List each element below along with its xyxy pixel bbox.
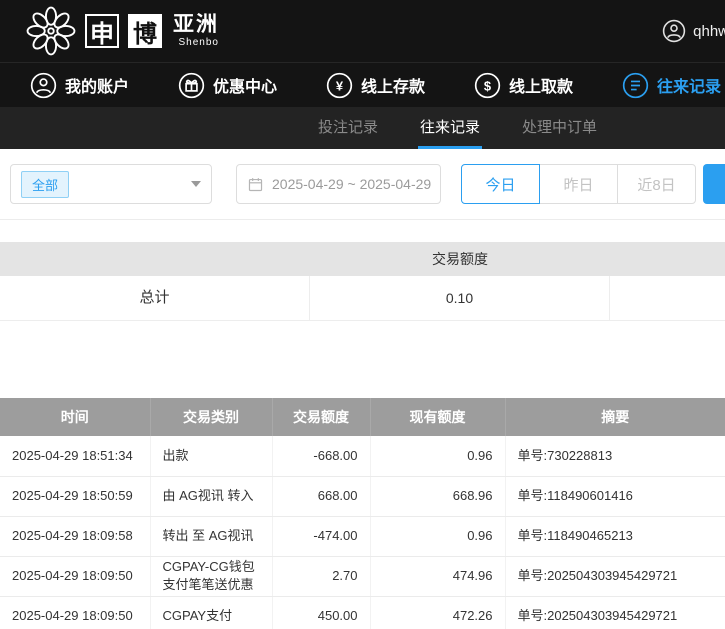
nav-item-label: 优惠中心: [213, 73, 277, 97]
logo-region: 亚洲 Shenbo: [173, 14, 219, 48]
tab-label: 处理中订单: [522, 116, 597, 137]
table-row: 2025-04-29 18:09:50 CGPAY支付 450.00 472.2…: [0, 596, 725, 629]
cell-type: CGPAY-CG钱包支付笔笔送优惠: [150, 556, 272, 596]
top-bar: 申 博 亚洲 Shenbo qhhw: [0, 0, 725, 62]
cell-amount: 2.70: [272, 556, 370, 596]
col-time: 时间: [0, 398, 150, 436]
nav-item-label: 线上存款: [361, 73, 425, 97]
cell-time: 2025-04-29 18:09:58: [0, 516, 150, 556]
date-range-value: 2025-04-29 ~ 2025-04-29: [272, 176, 431, 192]
summary-table: 交易额度 总计 0.10: [0, 242, 725, 321]
cell-balance: 472.26: [370, 596, 505, 629]
cell-time: 2025-04-29 18:50:59: [0, 476, 150, 516]
col-summary: 摘要: [505, 398, 725, 436]
logo-char-bo: 博: [128, 14, 162, 48]
chevron-down-icon: [191, 181, 201, 187]
tab-label: 往来记录: [420, 116, 480, 137]
cell-summary: 单号:202504303945429721: [505, 556, 725, 596]
yesterday-button[interactable]: 昨日: [539, 164, 618, 204]
tab-transaction-records[interactable]: 往来记录: [418, 107, 482, 149]
cell-type: CGPAY支付: [150, 596, 272, 629]
cell-time: 2025-04-29 18:09:50: [0, 596, 150, 629]
summary-total-row: 总计 0.10: [0, 276, 725, 321]
cell-type: 由 AG视讯 转入: [150, 476, 272, 516]
table-row: 2025-04-29 18:09:50 CGPAY-CG钱包支付笔笔送优惠 2.…: [0, 556, 725, 596]
search-button[interactable]: [703, 164, 725, 204]
summary-header-row: 交易额度: [0, 242, 725, 276]
svg-text:¥: ¥: [336, 78, 344, 93]
account-icon: [30, 72, 57, 99]
type-filter-chip: 全部: [21, 171, 69, 198]
cell-type: 转出 至 AG视讯: [150, 516, 272, 556]
table-row: 2025-04-29 18:50:59 由 AG视讯 转入 668.00 668…: [0, 476, 725, 516]
withdraw-coin-icon: $: [474, 72, 501, 99]
username: qhhw: [693, 23, 725, 40]
cell-time: 2025-04-29 18:51:34: [0, 436, 150, 476]
cell-amount: 450.00: [272, 596, 370, 629]
cell-summary: 单号:118490465213: [505, 516, 725, 556]
nav-item-deposit[interactable]: ¥ 线上存款: [326, 72, 425, 99]
records-icon: [622, 72, 649, 99]
cell-amount: -668.00: [272, 436, 370, 476]
nav-item-label: 我的账户: [65, 73, 129, 97]
cell-amount: -474.00: [272, 516, 370, 556]
nav-item-promotions[interactable]: 优惠中心: [178, 72, 277, 99]
calendar-icon: [247, 176, 264, 193]
sub-nav: 投注记录 往来记录 处理中订单: [0, 107, 725, 149]
logo-region-text: 亚洲: [173, 14, 219, 35]
nav-item-label: 线上取款: [509, 73, 573, 97]
brand-logo[interactable]: 申 博 亚洲 Shenbo: [26, 6, 219, 56]
cell-balance: 0.96: [370, 516, 505, 556]
col-amount: 交易额度: [272, 398, 370, 436]
cell-summary: 单号:202504303945429721: [505, 596, 725, 629]
filter-bar: 全部 2025-04-29 ~ 2025-04-29 今日 昨日 近8日: [0, 149, 725, 220]
svg-text:$: $: [484, 78, 491, 93]
nav-item-my-account[interactable]: 我的账户: [30, 72, 129, 99]
cell-balance: 474.96: [370, 556, 505, 596]
flower-logo-icon: [26, 6, 76, 56]
account-menu[interactable]: qhhw: [662, 0, 725, 62]
logo-char-shen: 申: [85, 14, 119, 48]
last-8-days-button[interactable]: 近8日: [617, 164, 696, 204]
cell-time: 2025-04-29 18:09:50: [0, 556, 150, 596]
table-row: 2025-04-29 18:09:58 转出 至 AG视讯 -474.00 0.…: [0, 516, 725, 556]
tab-processing-orders[interactable]: 处理中订单: [520, 107, 599, 149]
main-nav: 我的账户 优惠中心 ¥ 线上存款 $ 线上取款: [0, 62, 725, 107]
summary-amount-header: 交易额度: [310, 249, 610, 269]
summary-total-value: 0.10: [310, 276, 610, 320]
gift-icon: [178, 72, 205, 99]
cell-balance: 668.96: [370, 476, 505, 516]
today-button[interactable]: 今日: [461, 164, 540, 204]
nav-item-records[interactable]: 往来记录: [622, 72, 721, 99]
col-type: 交易类别: [150, 398, 272, 436]
tab-label: 投注记录: [318, 116, 378, 137]
deposit-coin-icon: ¥: [326, 72, 353, 99]
col-balance: 现有额度: [370, 398, 505, 436]
nav-item-withdraw[interactable]: $ 线上取款: [474, 72, 573, 99]
cell-type: 出款: [150, 436, 272, 476]
quick-range-group: 今日 昨日 近8日: [461, 164, 696, 204]
nav-item-label: 往来记录: [657, 73, 721, 97]
records-table: 时间 交易类别 交易额度 现有额度 摘要 2025-04-29 18:51:34…: [0, 398, 725, 629]
cell-summary: 单号:730228813: [505, 436, 725, 476]
user-avatar-icon: [662, 19, 686, 43]
cell-summary: 单号:118490601416: [505, 476, 725, 516]
page: 申 博 亚洲 Shenbo qhhw 我的账户: [0, 0, 725, 629]
summary-total-label: 总计: [0, 276, 310, 320]
cell-amount: 668.00: [272, 476, 370, 516]
type-filter-select[interactable]: 全部: [10, 164, 212, 204]
cell-balance: 0.96: [370, 436, 505, 476]
table-row: 2025-04-29 18:51:34 出款 -668.00 0.96 单号:7…: [0, 436, 725, 476]
table-header-row: 时间 交易类别 交易额度 现有额度 摘要: [0, 398, 725, 436]
date-range-picker[interactable]: 2025-04-29 ~ 2025-04-29: [236, 164, 441, 204]
logo-subtitle: Shenbo: [173, 38, 219, 48]
tab-betting-records[interactable]: 投注记录: [316, 107, 380, 149]
